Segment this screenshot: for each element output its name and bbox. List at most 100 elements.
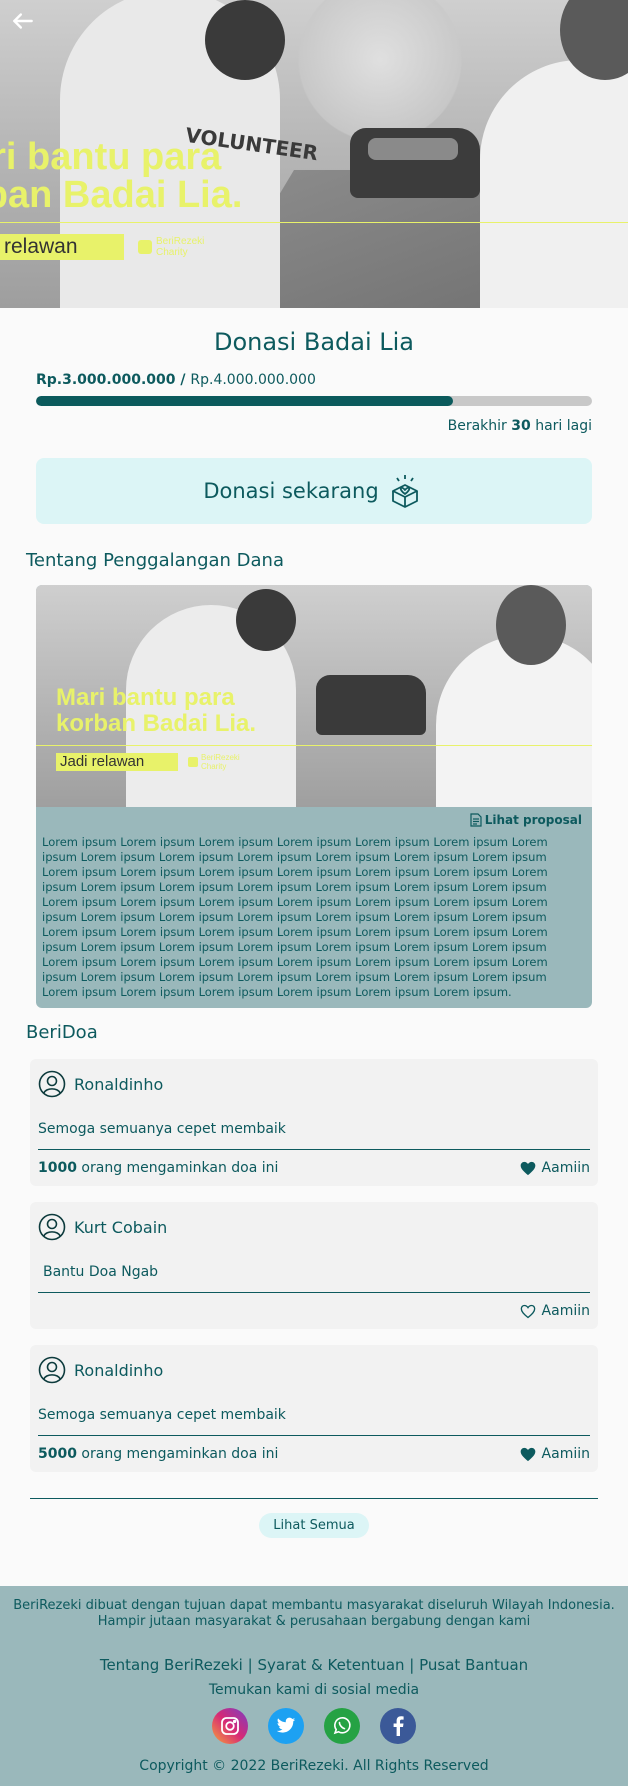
amin-button[interactable]: Aamiin bbox=[520, 1303, 590, 1319]
footer-social-title: Temukan kami di sosial media bbox=[208, 1682, 420, 1698]
donate-label: Donasi sekarang bbox=[203, 479, 379, 503]
whatsapp-icon[interactable] bbox=[324, 1708, 360, 1744]
footer-copyright: Copyright © 2022 BeriRezeki. All Rights … bbox=[139, 1758, 489, 1774]
view-proposal-label: Lihat proposal bbox=[484, 813, 582, 827]
hero-banner: VOLUNTEER ari bantu para rban Badai Lia.… bbox=[0, 0, 628, 308]
doa-card: Ronaldinho Semoga semuanya cepet membaik… bbox=[30, 1345, 598, 1472]
footer-desc-line2: Hampir jutaan masyarakat & perusahaan be… bbox=[97, 1614, 531, 1629]
about-image-headline: Mari bantu para korban Badai Lia. bbox=[56, 685, 256, 737]
heart-filled-icon bbox=[520, 1161, 535, 1175]
doa-author: Ronaldinho bbox=[74, 1074, 164, 1094]
doa-count-number: 5000 bbox=[38, 1446, 77, 1462]
doa-footer: 5000 orang mengaminkan doa ini Aamiin bbox=[38, 1446, 590, 1462]
campaign-amount: Rp.3.000.000.000 / Rp.4.000.000.000 bbox=[36, 372, 592, 388]
footer-link-help[interactable]: Pusat Bantuan bbox=[419, 1656, 528, 1674]
about-image: Mari bantu para korban Badai Lia. Jadi r… bbox=[36, 585, 592, 807]
doa-header: Kurt Cobain bbox=[38, 1212, 590, 1242]
doa-message: Semoga semuanya cepet membaik bbox=[38, 1407, 590, 1436]
user-avatar-icon bbox=[38, 1070, 66, 1098]
doa-footer: 1000 orang mengaminkan doa ini Aamiin bbox=[38, 1160, 590, 1176]
ends-suffix: hari lagi bbox=[530, 418, 592, 434]
doa-author: Ronaldinho bbox=[74, 1360, 164, 1380]
beridoa-divider bbox=[30, 1498, 598, 1499]
view-proposal-link[interactable]: Lihat proposal bbox=[36, 807, 592, 827]
hero-headline-line1: ari bantu para bbox=[0, 136, 222, 178]
footer-links: Tentang BeriRezeki | Syarat & Ketentuan … bbox=[0, 1656, 628, 1674]
document-icon bbox=[470, 813, 482, 827]
amin-label: Aamiin bbox=[541, 1303, 590, 1319]
heart-outline-icon bbox=[520, 1304, 535, 1318]
collected-amount: Rp.3.000.000.000 bbox=[36, 372, 176, 388]
target-amount: Rp.4.000.000.000 bbox=[190, 372, 316, 388]
ends-prefix: Berakhir bbox=[447, 418, 512, 434]
amin-button[interactable]: Aamiin bbox=[520, 1446, 590, 1462]
see-all-wrap: Lihat Semua bbox=[0, 1513, 628, 1538]
user-avatar-icon bbox=[38, 1213, 66, 1241]
heart-filled-icon bbox=[520, 1447, 535, 1461]
about-image-car bbox=[316, 675, 426, 735]
about-card: Mari bantu para korban Badai Lia. Jadi r… bbox=[36, 585, 592, 1008]
hero-headline-line2: rban Badai Lia. bbox=[0, 174, 243, 216]
gift-box-icon bbox=[391, 475, 418, 508]
about-image-volunteer-2 bbox=[436, 635, 592, 807]
doa-count: 1000 orang mengaminkan doa ini bbox=[38, 1160, 278, 1176]
hero-brand-line2: Charity bbox=[156, 247, 188, 258]
hero-volunteer-2 bbox=[480, 60, 628, 308]
hero-brand: BeriRezeki Charity bbox=[138, 236, 204, 258]
footer-link-sep: | bbox=[404, 1656, 420, 1674]
hero-car bbox=[350, 128, 480, 198]
back-arrow-icon[interactable] bbox=[10, 8, 36, 34]
brand-logo-icon bbox=[188, 757, 198, 767]
doa-count-number: 1000 bbox=[38, 1160, 77, 1176]
doa-card: Kurt Cobain Bantu Doa Ngab Aamiin bbox=[30, 1202, 598, 1329]
progress-bar bbox=[36, 396, 592, 406]
amin-button[interactable]: Aamiin bbox=[520, 1160, 590, 1176]
doa-header: Ronaldinho bbox=[38, 1069, 590, 1099]
about-image-headline-line1: Mari bantu para bbox=[56, 684, 235, 711]
ends-days: 30 bbox=[511, 418, 531, 434]
doa-header: Ronaldinho bbox=[38, 1355, 590, 1385]
doa-message: Bantu Doa Ngab bbox=[38, 1264, 590, 1293]
facebook-icon[interactable] bbox=[380, 1708, 416, 1744]
amin-label: Aamiin bbox=[541, 1446, 590, 1462]
instagram-icon[interactable] bbox=[212, 1708, 248, 1744]
about-image-brand-line2: Charity bbox=[201, 762, 227, 771]
about-image-volunteer-1-head bbox=[236, 589, 296, 651]
user-avatar-icon bbox=[38, 1356, 66, 1384]
footer-link-sep: | bbox=[242, 1656, 258, 1674]
brand-logo-icon bbox=[138, 240, 152, 254]
about-image-headline-line2: korban Badai Lia. bbox=[56, 710, 257, 737]
footer-description: BeriRezeki dibuat dengan tujuan dapat me… bbox=[0, 1586, 628, 1630]
about-description: Lorem ipsum Lorem ipsum Lorem ipsum Lore… bbox=[42, 835, 548, 999]
doa-count-suffix: orang mengaminkan doa ini bbox=[76, 1446, 279, 1462]
amin-label: Aamiin bbox=[541, 1160, 590, 1176]
about-image-brand-line1: BeriRezeki bbox=[201, 753, 240, 762]
hero-brand-line1: BeriRezeki bbox=[156, 236, 205, 247]
progress-fill bbox=[36, 396, 453, 406]
campaign-title: Donasi Badai Lia bbox=[213, 328, 415, 356]
doa-count-suffix: orang mengaminkan doa ini bbox=[76, 1160, 279, 1176]
doa-count: 5000 orang mengaminkan doa ini bbox=[38, 1446, 278, 1462]
social-links bbox=[0, 1708, 628, 1744]
footer: BeriRezeki dibuat dengan tujuan dapat me… bbox=[0, 1586, 628, 1786]
hero-cta: relawan bbox=[0, 234, 124, 260]
about-image-brand: BeriRezeki Charity bbox=[188, 753, 240, 771]
campaign-ends: Berakhir 30 hari lagi bbox=[36, 418, 592, 434]
about-image-cta: Jadi relawan bbox=[56, 753, 178, 771]
beridoa-section-title: BeriDoa bbox=[26, 1022, 98, 1043]
footer-link-about[interactable]: Tentang BeriRezeki bbox=[100, 1656, 243, 1674]
footer-link-terms[interactable]: Syarat & Ketentuan bbox=[257, 1656, 404, 1674]
hero-divider bbox=[0, 222, 628, 223]
footer-desc-line1: BeriRezeki dibuat dengan tujuan dapat me… bbox=[13, 1598, 615, 1613]
hero-headline: ari bantu para rban Badai Lia. bbox=[0, 138, 242, 214]
hero-volunteer-1-head bbox=[205, 0, 285, 80]
see-all-button[interactable]: Lihat Semua bbox=[259, 1513, 369, 1538]
doa-footer: Aamiin bbox=[38, 1303, 590, 1319]
doa-card: Ronaldinho Semoga semuanya cepet membaik… bbox=[30, 1059, 598, 1186]
amount-separator: / bbox=[175, 372, 191, 388]
doa-author: Kurt Cobain bbox=[74, 1217, 168, 1237]
twitter-icon[interactable] bbox=[268, 1708, 304, 1744]
doa-message: Semoga semuanya cepet membaik bbox=[38, 1121, 590, 1150]
about-image-divider bbox=[36, 745, 592, 746]
donate-button[interactable]: Donasi sekarang bbox=[36, 458, 592, 524]
